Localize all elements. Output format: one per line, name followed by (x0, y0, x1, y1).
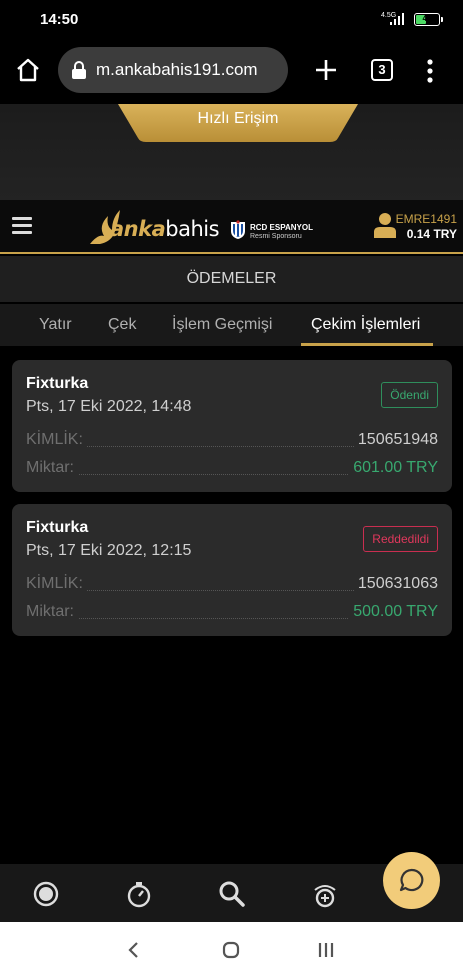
status-bar: 14:50 4.5G 43 (0, 0, 463, 38)
espanyol-crest-icon (231, 220, 245, 239)
id-label: KİMLİK: (26, 431, 87, 449)
transaction-date: Pts, 17 Eki 2022, 12:15 (26, 542, 192, 559)
url-text[interactable]: m.ankabahis191.com (96, 60, 258, 80)
hamburger-menu-icon[interactable] (12, 217, 32, 234)
transaction-id: 150631063 (353, 575, 438, 593)
home-icon[interactable] (14, 56, 42, 84)
transaction-card: Fixturka Pts, 17 Eki 2022, 14:48 Ödendi … (12, 360, 452, 492)
tab-deposit[interactable]: Yatır (39, 316, 72, 334)
signal-icon (390, 13, 404, 25)
transaction-id: 150651948 (353, 431, 438, 449)
payment-tabs: Yatır Çek İşlem Geçmişi Çekim İşlemleri (0, 304, 463, 346)
casino-wheel-icon[interactable] (311, 880, 339, 908)
username[interactable]: EMRE1491 (396, 212, 457, 226)
search-icon[interactable] (218, 880, 246, 908)
quick-access-button[interactable]: Hızlı Erişim (118, 110, 358, 128)
system-nav-bar (0, 922, 463, 978)
transaction-amount: 601.00 TRY (349, 459, 438, 477)
amount-label: Miktar: (26, 459, 78, 477)
payment-method: Fixturka (26, 519, 89, 536)
amount-row: Miktar: 601.00 TRY (26, 459, 438, 479)
home-circle-icon[interactable] (221, 940, 241, 960)
user-avatar-icon[interactable] (374, 212, 396, 238)
battery-icon: 43 (414, 13, 443, 26)
logo-wordmark: ankabahis (110, 217, 220, 241)
balance: 0.14 TRY (406, 227, 457, 241)
sponsor-name: RCD ESPANYOL (250, 223, 313, 232)
tabs-icon[interactable]: 3 (371, 59, 393, 81)
back-icon[interactable] (124, 940, 144, 960)
recents-icon[interactable] (316, 940, 336, 960)
transaction-date: Pts, 17 Eki 2022, 14:48 (26, 398, 192, 415)
id-row: KİMLİK: 150631063 (26, 575, 438, 595)
tab-transaction-history[interactable]: İşlem Geçmişi (172, 316, 272, 334)
status-time: 14:50 (40, 11, 79, 28)
lock-icon (72, 61, 86, 79)
sponsor-subtitle: Resmi Sponsoru (250, 233, 302, 240)
status-badge: Ödendi (381, 382, 438, 408)
transaction-amount: 500.00 TRY (349, 603, 438, 621)
menu-kebab-icon[interactable] (420, 58, 440, 84)
amount-label: Miktar: (26, 603, 78, 621)
browser-toolbar: m.ankabahis191.com 3 (0, 38, 463, 104)
address-bar[interactable]: m.ankabahis191.com (58, 47, 288, 93)
live-icon[interactable] (32, 880, 60, 908)
payment-method: Fixturka (26, 375, 89, 392)
amount-row: Miktar: 500.00 TRY (26, 603, 438, 623)
chat-button[interactable] (383, 852, 440, 909)
stopwatch-icon[interactable] (125, 880, 153, 908)
transaction-card: Fixturka Pts, 17 Eki 2022, 12:15 Reddedi… (12, 504, 452, 636)
tab-withdrawal-transactions[interactable]: Çekim İşlemleri (311, 316, 420, 334)
site-logo[interactable]: ankabahis RCD ESPANYOL Resmi Sponsoru (88, 205, 328, 249)
chat-icon (399, 868, 424, 892)
status-badge: Reddedildi (363, 526, 438, 552)
quick-access-panel: Hızlı Erişim (0, 104, 463, 200)
id-row: KİMLİK: 150651948 (26, 431, 438, 451)
active-tab-indicator (301, 343, 433, 346)
plus-icon[interactable] (314, 58, 338, 82)
tab-withdraw[interactable]: Çek (108, 316, 136, 334)
battery-level: 43 (422, 14, 432, 23)
id-label: KİMLİK: (26, 575, 87, 593)
page-title: ÖDEMELER (0, 256, 463, 302)
